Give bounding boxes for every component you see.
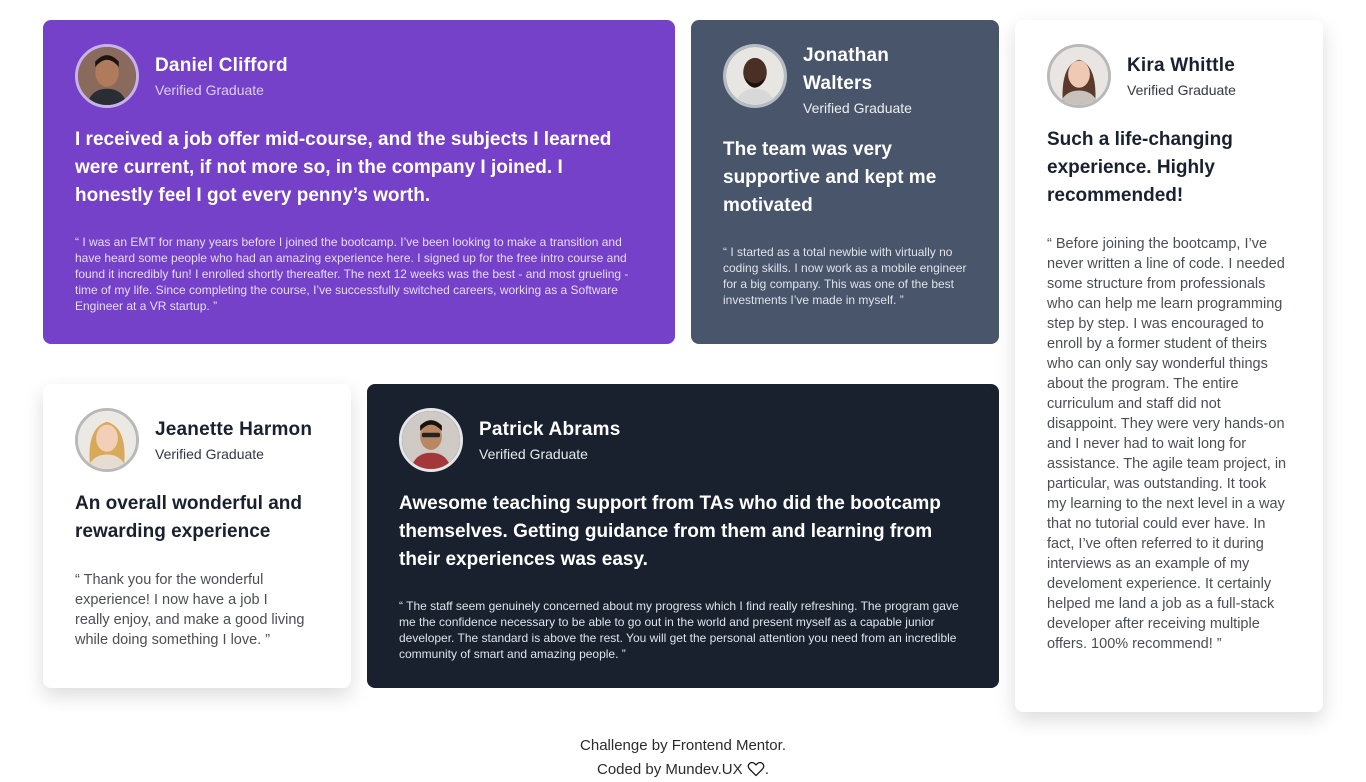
- avatar-jeanette-icon: [78, 411, 136, 469]
- avatar-daniel-icon: [78, 47, 136, 105]
- testimonial-quote: “ Before joining the bootcamp, I’ve neve…: [1047, 236, 1287, 652]
- frontend-mentor-link[interactable]: Frontend Mentor: [672, 737, 782, 754]
- author-name: Jeanette Harmon: [155, 419, 313, 440]
- avatar-jonathan-icon: [726, 47, 784, 105]
- coded-by-prefix: Coded by: [597, 761, 666, 778]
- author-role: Verified Graduate: [803, 100, 912, 116]
- testimonial-card-jonathan: Jonathan Walters Verified Graduate The t…: [691, 20, 999, 344]
- author-name: Jonathan Walters: [803, 45, 890, 94]
- card-header: Jonathan Walters Verified Graduate: [723, 44, 967, 118]
- author-name: Kira Whittle: [1127, 55, 1235, 76]
- testimonial-headline: Awesome teaching support from TAs who di…: [399, 493, 941, 570]
- card-header: Kira Whittle Verified Graduate: [1047, 44, 1291, 108]
- testimonial-quote: “ Thank you for the wonderful experience…: [75, 572, 305, 648]
- avatar: [1047, 44, 1111, 108]
- author-role: Verified Graduate: [1127, 82, 1236, 98]
- coded-by-suffix: .: [764, 761, 769, 778]
- author-role: Verified Graduate: [479, 446, 588, 462]
- avatar: [399, 408, 463, 472]
- attribution-line-1: Challenge by Frontend Mentor.: [0, 734, 1366, 758]
- testimonial-card-kira: Kira Whittle Verified Graduate Such a li…: [1015, 20, 1323, 712]
- author-name: Patrick Abrams: [479, 419, 621, 440]
- testimonial-quote: “ The staff seem genuinely concerned abo…: [399, 599, 959, 661]
- testimonial-quote: “ I was an EMT for many years before I j…: [75, 235, 629, 313]
- attribution-line-2: Coded by Mundev.UX .: [0, 758, 1366, 782]
- author-role: Verified Graduate: [155, 82, 264, 98]
- avatar: [75, 408, 139, 472]
- testimonial-card-jeanette: Jeanette Harmon Verified Graduate An ove…: [43, 384, 351, 688]
- avatar-patrick-icon: [402, 411, 460, 469]
- heart-icon: [747, 761, 765, 777]
- testimonial-card-patrick: Patrick Abrams Verified Graduate Awesome…: [367, 384, 999, 688]
- testimonial-headline: I received a job offer mid-course, and t…: [75, 129, 612, 206]
- testimonial-headline: Such a life-changing experience. Highly …: [1047, 129, 1233, 206]
- avatar-kira-icon: [1050, 47, 1108, 105]
- attribution-suffix: .: [781, 737, 786, 754]
- avatar: [75, 44, 139, 108]
- testimonial-card-daniel: Daniel Clifford Verified Graduate I rece…: [43, 20, 675, 344]
- attribution-footer: Challenge by Frontend Mentor. Coded by M…: [0, 734, 1366, 782]
- card-header: Daniel Clifford Verified Graduate: [75, 44, 643, 108]
- attribution-prefix: Challenge by: [580, 737, 672, 754]
- author-role: Verified Graduate: [155, 446, 264, 462]
- testimonial-headline: The team was very supportive and kept me…: [723, 139, 937, 216]
- author-link[interactable]: Mundev.UX: [665, 761, 742, 778]
- card-header: Patrick Abrams Verified Graduate: [399, 408, 967, 472]
- testimonial-headline: An overall wonderful and rewarding exper…: [75, 493, 302, 542]
- testimonial-quote: “ I started as a total newbie with virtu…: [723, 245, 967, 307]
- avatar: [723, 44, 787, 108]
- card-header: Jeanette Harmon Verified Graduate: [75, 408, 319, 472]
- author-name: Daniel Clifford: [155, 55, 288, 76]
